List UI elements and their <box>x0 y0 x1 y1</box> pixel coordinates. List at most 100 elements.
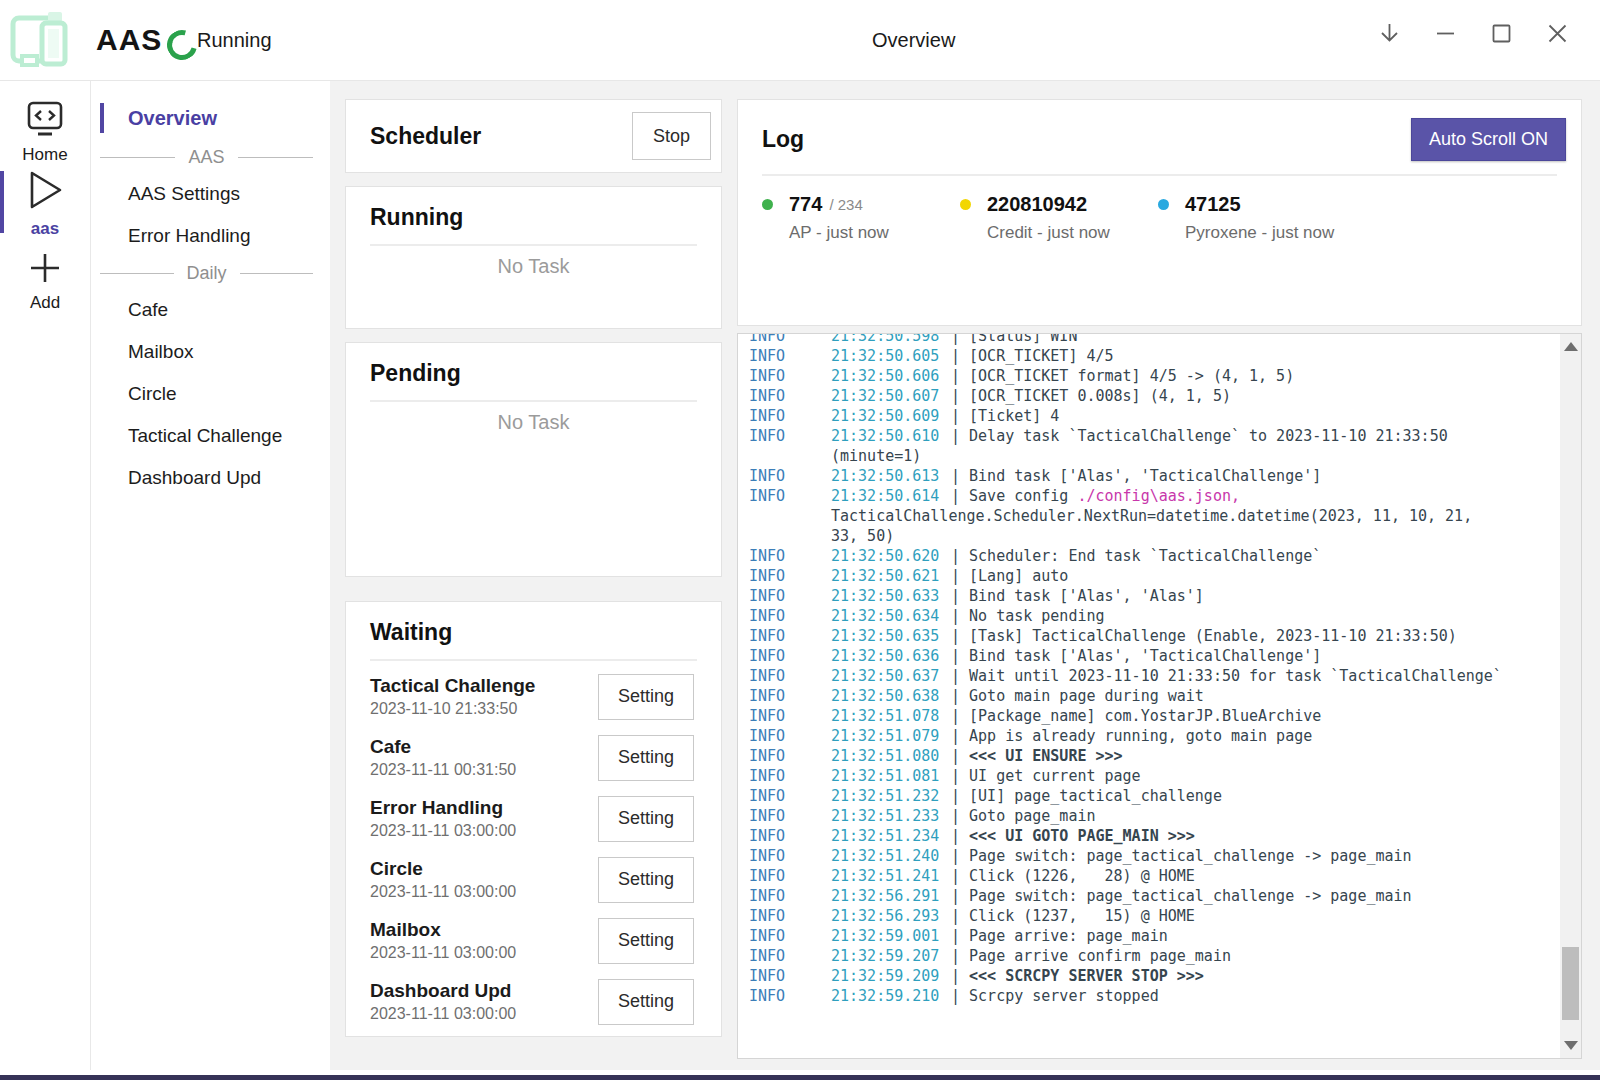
setting-button[interactable]: Setting <box>598 979 694 1025</box>
log-stats: 774/ 234AP - just now 220810942 Credit - j… <box>762 193 1557 243</box>
task-info: Error Handling2023-11-11 03:00:00 <box>370 795 516 842</box>
divider <box>370 244 697 246</box>
nav-item-circle[interactable]: Circle <box>91 373 330 415</box>
waiting-task-row: Dashboard Upd2023-11-11 03:00:00 Setting <box>370 971 697 1032</box>
sidebar-item-home[interactable]: Home <box>0 101 90 165</box>
sidebar-item-aas[interactable]: aas <box>0 169 90 239</box>
log-line: INFO21:32:50.634| No task pending <box>749 606 1581 626</box>
task-next-run: 2023-11-11 03:00:00 <box>370 820 516 842</box>
nav-item-error-handling[interactable]: Error Handling <box>91 215 330 257</box>
task-name: Error Handling <box>370 795 516 820</box>
log-timestamp: 21:32:59.001 <box>831 926 951 946</box>
setting-button[interactable]: Setting <box>598 857 694 903</box>
task-info: Cafe2023-11-11 00:31:50 <box>370 734 516 781</box>
waiting-card: Waiting Tactical Challenge2023-11-10 21:… <box>345 601 722 1037</box>
log-timestamp: 21:32:50.637 <box>831 666 951 686</box>
log-line: INFO21:32:50.609| [Ticket] 4 <box>749 406 1581 426</box>
log-level: INFO <box>749 666 831 686</box>
minimize-button[interactable] <box>1424 10 1466 56</box>
log-timestamp: 21:32:50.620 <box>831 546 951 566</box>
nav-group-divider: Daily <box>100 257 313 289</box>
log-timestamp: 21:32:59.209 <box>831 966 951 986</box>
nav-item-aas-settings[interactable]: AAS Settings <box>91 173 330 215</box>
nav-group-label: AAS <box>175 147 237 168</box>
nav-item-mailbox[interactable]: Mailbox <box>91 331 330 373</box>
selected-indicator <box>0 171 4 233</box>
auto-scroll-button[interactable]: Auto Scroll ON <box>1411 118 1566 161</box>
log-line: INFO21:32:59.209| <<< SCRCPY SERVER STOP… <box>749 966 1581 986</box>
log-line: INFO21:32:51.241| Click (1226, 28) @ HOM… <box>749 866 1581 886</box>
running-empty-text: No Task <box>370 255 697 278</box>
log-timestamp: 21:32:50.635 <box>831 626 951 646</box>
log-level: INFO <box>749 706 831 726</box>
scrollbar-thumb[interactable] <box>1562 947 1579 1020</box>
log-timestamp: 21:32:59.207 <box>831 946 951 966</box>
maximize-button[interactable] <box>1480 10 1522 56</box>
divider-line <box>100 157 175 158</box>
log-level: INFO <box>749 426 831 446</box>
log-level: INFO <box>749 846 831 866</box>
selected-indicator <box>100 103 104 133</box>
log-level: INFO <box>749 546 831 566</box>
setting-button[interactable]: Setting <box>598 918 694 964</box>
divider <box>762 174 1557 176</box>
nav-item-dashboard-upd[interactable]: Dashboard Upd <box>91 457 330 499</box>
divider <box>370 400 697 402</box>
stop-button[interactable]: Stop <box>632 112 711 160</box>
app-name: AAS <box>96 23 162 57</box>
stat-value: 220810942 <box>987 193 1087 216</box>
log-level: INFO <box>749 346 831 366</box>
download-button[interactable] <box>1368 10 1410 56</box>
pending-title: Pending <box>370 360 697 387</box>
log-output[interactable]: INFO21:32:50.598| [Status] WININFO21:32:… <box>737 333 1582 1059</box>
log-title: Log <box>762 126 804 153</box>
running-title: Running <box>370 204 697 231</box>
log-line: (minute=1) <box>749 446 1581 466</box>
log-line: 33, 50) <box>749 526 1581 546</box>
log-scrollbar[interactable] <box>1560 334 1581 1058</box>
log-line: INFO21:32:59.001| Page arrive: page_main <box>749 926 1581 946</box>
log-level: INFO <box>749 606 831 626</box>
task-info: Dashboard Upd2023-11-11 03:00:00 <box>370 978 516 1025</box>
nav-item-tactical-challenge[interactable]: Tactical Challenge <box>91 415 330 457</box>
nav-item-label: Overview <box>128 107 217 130</box>
setting-button[interactable]: Setting <box>598 735 694 781</box>
log-stat: 774/ 234AP - just now <box>762 193 960 243</box>
log-timestamp: 21:32:50.636 <box>831 646 951 666</box>
log-level: INFO <box>749 386 831 406</box>
nav-item-overview[interactable]: Overview <box>91 95 330 141</box>
app-logo-icon <box>8 7 78 71</box>
stat-dot-icon <box>960 199 971 210</box>
log-timestamp: 21:32:50.621 <box>831 566 951 586</box>
task-next-run: 2023-11-11 00:31:50 <box>370 759 516 781</box>
scroll-down-icon[interactable] <box>1564 1041 1578 1050</box>
log-line: INFO21:32:51.233| Goto page_main <box>749 806 1581 826</box>
nav-group-label: Daily <box>174 263 240 284</box>
log-timestamp: 21:32:56.291 <box>831 886 951 906</box>
log-line: INFO21:32:56.291| Page switch: page_tact… <box>749 886 1581 906</box>
close-button[interactable] <box>1536 10 1578 56</box>
log-level: INFO <box>749 806 831 826</box>
stat-label: Credit - just now <box>987 223 1158 243</box>
log-line: INFO21:32:50.607| [OCR_TICKET 0.008s] (4… <box>749 386 1581 406</box>
task-info: Tactical Challenge2023-11-10 21:33:50 <box>370 673 535 720</box>
sidebar-item-add[interactable]: Add <box>0 251 90 313</box>
titlebar: AAS Running Overview <box>0 0 1600 81</box>
log-timestamp: 21:32:50.606 <box>831 366 951 386</box>
waiting-task-row: Error Handling2023-11-11 03:00:00 Setting <box>370 788 697 849</box>
divider-line <box>100 273 174 274</box>
log-timestamp: 21:32:50.634 <box>831 606 951 626</box>
waiting-task-row: Cafe2023-11-11 00:31:50 Setting <box>370 727 697 788</box>
nav-item-cafe[interactable]: Cafe <box>91 289 330 331</box>
log-line: INFO21:32:50.635| [Task] TacticalChallen… <box>749 626 1581 646</box>
scroll-up-icon[interactable] <box>1564 342 1578 351</box>
icon-sidebar: Home aas Add <box>0 81 91 1070</box>
log-line: INFO21:32:51.078| [Package_name] com.Yos… <box>749 706 1581 726</box>
task-next-run: 2023-11-11 03:00:00 <box>370 942 516 964</box>
log-line: INFO21:32:50.610| Delay task `TacticalCh… <box>749 426 1581 446</box>
sidebar-item-label: aas <box>31 219 59 239</box>
stat-value-row: 774/ 234 <box>762 193 960 216</box>
setting-button[interactable]: Setting <box>598 674 694 720</box>
log-line: INFO21:32:51.081| UI get current page <box>749 766 1581 786</box>
setting-button[interactable]: Setting <box>598 796 694 842</box>
